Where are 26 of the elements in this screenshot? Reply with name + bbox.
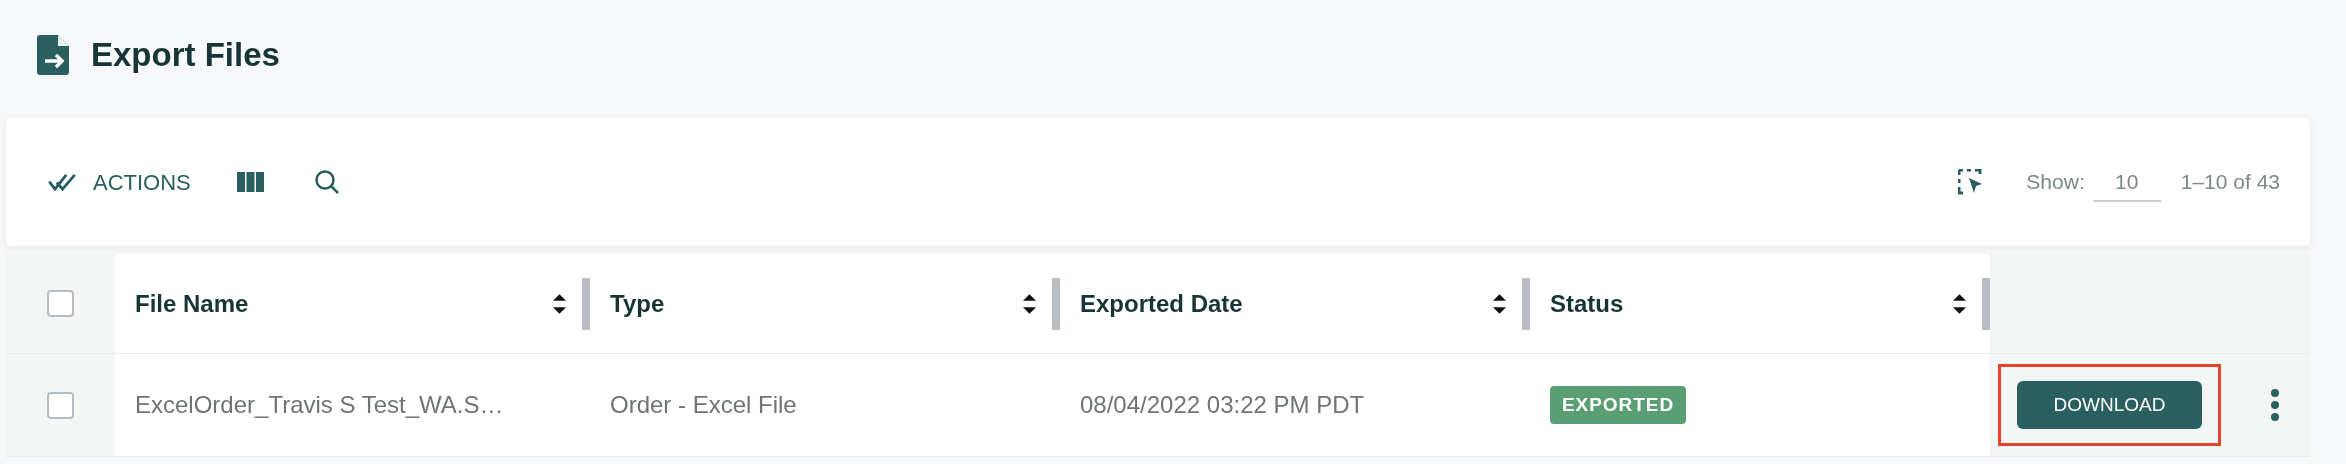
table-cell-text: ExcelOrder_Travis S Test_WA.S… — [135, 390, 504, 420]
checkbox[interactable] — [47, 290, 74, 317]
status-badge: EXPORTED — [1550, 385, 1687, 425]
page-size-field[interactable]: 10 — [2092, 162, 2161, 202]
table-cell-text: Order - Excel File — [610, 390, 797, 420]
actions-button[interactable]: ACTIONS — [48, 165, 191, 199]
search-icon[interactable] — [313, 169, 340, 195]
file-export-icon — [37, 35, 69, 75]
selection-cursor-icon[interactable] — [1958, 169, 1985, 195]
sort-icon[interactable] — [1953, 293, 1966, 314]
sort-icon[interactable] — [1023, 293, 1036, 314]
column-header[interactable]: Status — [1550, 285, 1624, 322]
checkbox[interactable] — [47, 391, 74, 419]
download-button[interactable]: DOWNLOAD — [2017, 381, 2202, 429]
column-header[interactable]: Type — [610, 285, 665, 322]
sort-icon[interactable] — [1493, 293, 1506, 314]
table-cell-text: 08/04/2022 03:22 PM PDT — [1080, 390, 1365, 420]
page-title: Export Files — [91, 35, 280, 76]
more-options-icon[interactable] — [2271, 389, 2279, 421]
sort-icon[interactable] — [553, 293, 566, 314]
column-header[interactable]: Exported Date — [1080, 285, 1243, 322]
pagination-range: 1–10 of 43 — [2180, 169, 2280, 196]
column-header[interactable]: File Name — [135, 285, 249, 322]
double-check-icon — [48, 173, 77, 191]
show-label: Show: — [2026, 169, 2085, 196]
columns-icon[interactable] — [236, 172, 264, 192]
